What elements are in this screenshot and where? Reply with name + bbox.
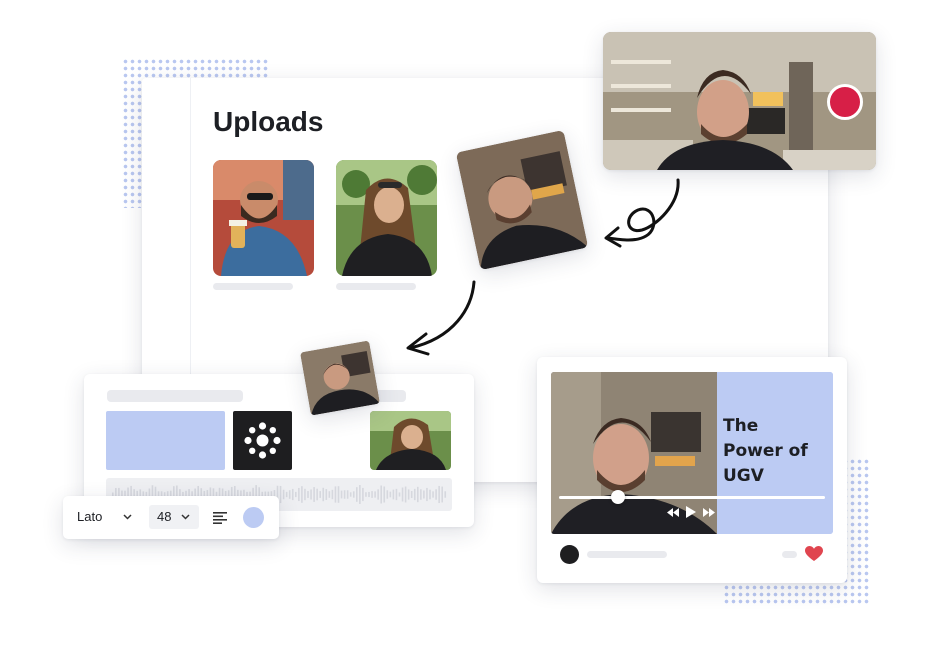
waveform-bar xyxy=(420,489,422,500)
heart-icon[interactable] xyxy=(805,546,823,562)
editor-thumbnail-woman-image xyxy=(370,411,451,470)
waveform-bar xyxy=(319,491,321,498)
waveform-bar xyxy=(322,487,325,502)
video-title-line-1: The xyxy=(723,416,759,436)
color-swatch[interactable] xyxy=(243,507,264,528)
waveform-bar xyxy=(295,491,297,498)
editor-title-placeholder xyxy=(107,390,243,402)
waveform-bar xyxy=(282,489,285,500)
floating-video-card-small[interactable] xyxy=(299,340,381,416)
font-family-value: Lato xyxy=(77,509,103,524)
rewind-icon[interactable] xyxy=(667,508,680,517)
chevron-down-icon[interactable] xyxy=(123,514,132,520)
waveform-bar xyxy=(285,491,288,498)
chevron-down-icon xyxy=(181,514,190,520)
channel-name-placeholder xyxy=(587,551,667,558)
waveform-bar xyxy=(374,491,376,498)
waveform-bar xyxy=(392,489,395,500)
waveform-bar xyxy=(380,485,382,504)
waveform-bar xyxy=(334,486,337,503)
font-toolbar: Lato 48 xyxy=(63,496,279,539)
waveform-bar xyxy=(404,486,407,503)
waveform-bar xyxy=(301,486,303,503)
waveform-bar xyxy=(310,489,312,500)
waveform-bar xyxy=(432,491,434,498)
waveform-bar xyxy=(365,492,367,497)
waveform-bar xyxy=(307,491,309,498)
waveform-bar xyxy=(328,491,331,498)
waveform-bar xyxy=(377,489,379,500)
waveform-bar xyxy=(349,492,352,497)
upload-thumbnail-man-image xyxy=(213,160,314,276)
arrow-recorder-to-card xyxy=(604,178,680,248)
record-button[interactable] xyxy=(827,84,863,120)
editor-color-block[interactable] xyxy=(106,411,225,470)
waveform-bar xyxy=(410,490,413,499)
waveform-bar xyxy=(291,488,294,501)
waveform-bar xyxy=(352,491,355,498)
editor-logo-tile[interactable] xyxy=(233,411,292,470)
waveform-bar xyxy=(395,488,398,501)
waveform-bar xyxy=(343,490,346,499)
font-family-select[interactable]: Lato xyxy=(77,509,102,524)
waveform-bar xyxy=(389,491,392,498)
waveform-bar xyxy=(401,487,404,502)
waveform-bar xyxy=(398,492,401,497)
waveform-bar xyxy=(413,488,416,501)
flower-logo-icon xyxy=(244,422,281,459)
waveform-bar xyxy=(435,489,437,500)
font-size-value: 48 xyxy=(157,509,172,524)
waveform-bar xyxy=(288,490,291,499)
arrow-card-to-editor xyxy=(406,280,476,356)
waveform-bar xyxy=(359,485,361,504)
waveform-bar xyxy=(368,491,370,498)
waveform-bar xyxy=(304,488,306,501)
waveform-bar xyxy=(383,486,386,503)
waveform-bar xyxy=(346,490,349,499)
waveform-bar xyxy=(298,487,300,502)
waveform-bar xyxy=(426,487,428,502)
video-player-screen[interactable]: The Power of UGV xyxy=(551,372,833,534)
video-title: The Power of UGV xyxy=(723,414,808,489)
waveform-bar xyxy=(356,487,358,502)
fast-forward-icon[interactable] xyxy=(703,508,716,517)
upload-caption-placeholder-1 xyxy=(213,283,293,290)
waveform-bar xyxy=(407,489,410,500)
floating-video-card-small-image xyxy=(299,340,381,416)
upload-thumbnail-woman[interactable] xyxy=(336,160,437,276)
editor-thumbnail-woman[interactable] xyxy=(370,411,451,470)
video-player-card: The Power of UGV xyxy=(537,357,847,583)
progress-knob[interactable] xyxy=(610,490,625,504)
waveform-bar xyxy=(340,490,343,499)
waveform-bar xyxy=(337,486,340,503)
align-left-icon[interactable] xyxy=(213,512,228,524)
channel-avatar[interactable] xyxy=(560,545,579,564)
video-title-line-3: UGV xyxy=(723,466,764,486)
waveform-bar xyxy=(386,490,389,499)
waveform-bar xyxy=(362,487,364,502)
waveform-bar xyxy=(429,489,431,500)
waveform-bar xyxy=(441,486,443,503)
play-icon[interactable] xyxy=(686,506,696,518)
waveform-bar xyxy=(313,487,315,502)
like-count-placeholder xyxy=(782,551,797,558)
waveform-bar xyxy=(325,489,328,500)
waveform-bar xyxy=(417,486,419,503)
upload-thumbnail-man[interactable] xyxy=(213,160,314,276)
upload-thumbnail-woman-image xyxy=(336,160,437,276)
progress-track[interactable] xyxy=(559,496,825,499)
waveform-bar xyxy=(438,485,440,504)
waveform-bar xyxy=(423,490,425,499)
video-title-line-2: Power of xyxy=(723,441,808,461)
waveform-bar xyxy=(316,488,318,501)
waveform-bar xyxy=(331,489,334,500)
font-size-select[interactable]: 48 xyxy=(149,505,199,529)
uploads-title: Uploads xyxy=(213,106,324,137)
waveform-bar xyxy=(444,491,447,498)
waveform-bar xyxy=(371,491,373,498)
recorder-card xyxy=(603,32,876,170)
waveform-bar xyxy=(279,485,282,504)
